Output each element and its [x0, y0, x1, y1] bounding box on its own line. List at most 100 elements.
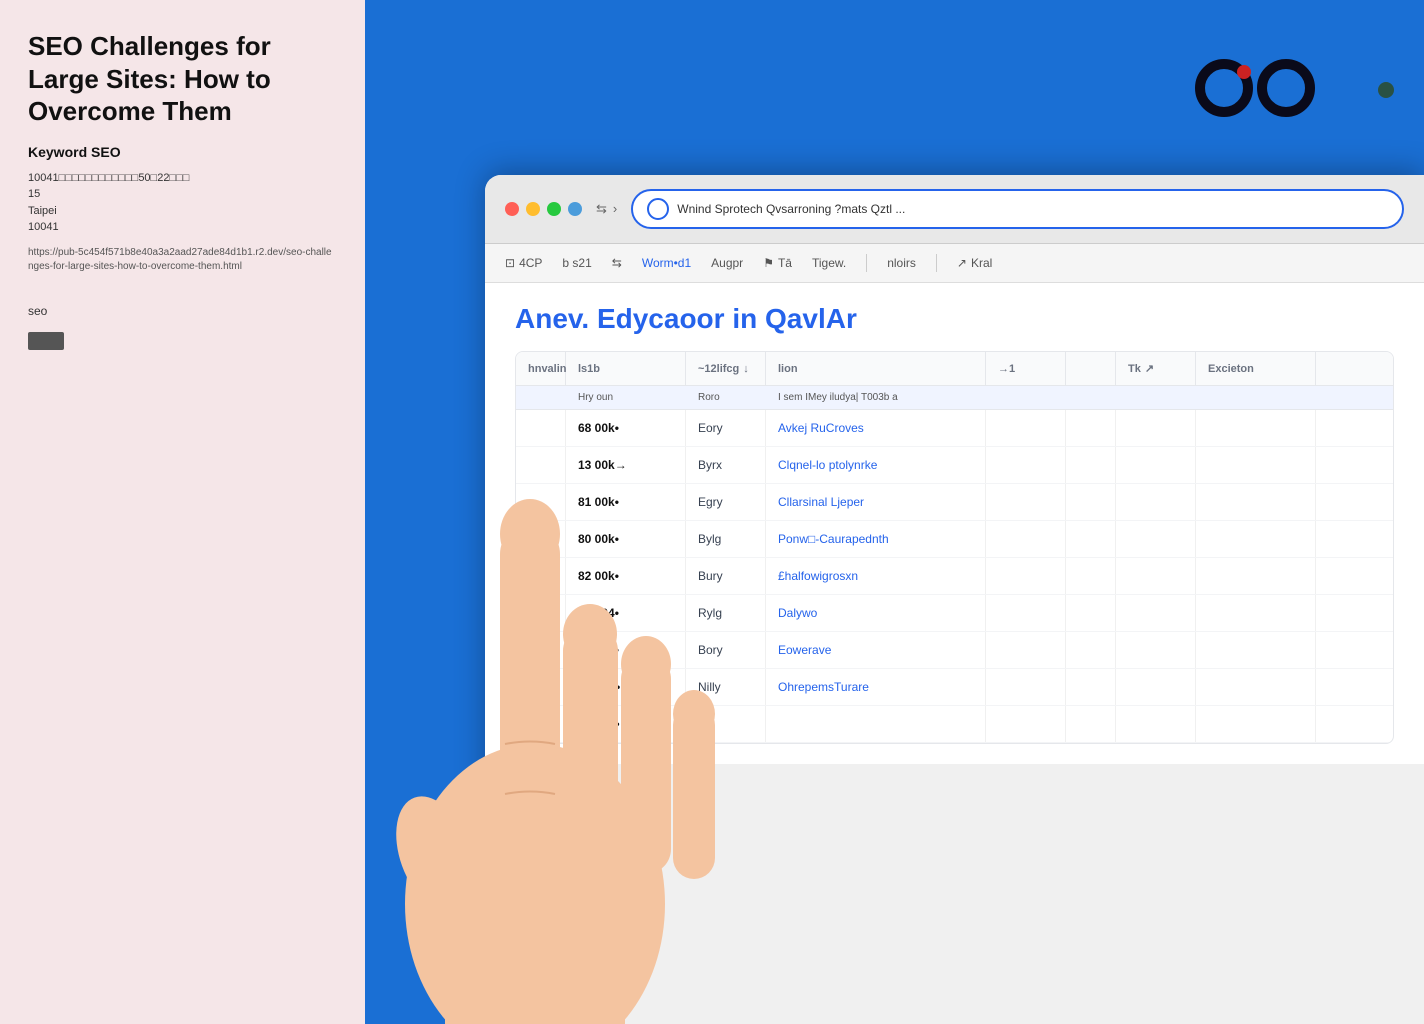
- browser-content: Anev. Edycaoor in QavlAr hnvalin ls1b ~1…: [485, 283, 1424, 764]
- subh-3: I sem IMey iludya| T003b a: [766, 386, 1116, 409]
- col-header-7: Excieton: [1196, 352, 1316, 385]
- sort-icon-2[interactable]: ↗: [1145, 362, 1154, 375]
- td-col2: Bylg: [686, 521, 766, 557]
- toolbar-divider-2: [936, 254, 937, 272]
- toolbar-item-3[interactable]: Augpr: [711, 256, 743, 270]
- td-keyword: £halfowigrosxn: [766, 558, 986, 594]
- sidebar-title: SEO Challenges for Large Sites: How to O…: [28, 30, 337, 128]
- td-keyword: Clqnel-lo ptolynrke: [766, 447, 986, 483]
- back-forward-icon[interactable]: ⇆: [596, 201, 607, 217]
- td-col5: [1066, 484, 1116, 520]
- top-bar: [365, 0, 1424, 175]
- table-header: hnvalin ls1b ~12lifcg ↓ lion →1: [516, 352, 1393, 386]
- toolbar-item-6[interactable]: nloirs: [887, 256, 916, 270]
- toolbar-item-share[interactable]: ⇆: [612, 256, 622, 270]
- td-col4: [986, 595, 1066, 631]
- arrow-icon: ↗: [957, 256, 967, 270]
- td-col7: [1196, 558, 1316, 594]
- td-col5: [1066, 669, 1116, 705]
- td-keyword: [766, 706, 986, 742]
- td-check: [516, 447, 566, 483]
- td-col7: [1196, 669, 1316, 705]
- td-col2: Egry: [686, 484, 766, 520]
- subh-0: [516, 386, 566, 409]
- td-volume: 68 00k•: [566, 410, 686, 446]
- toolbar-item-0[interactable]: ⊡ 4CP: [505, 256, 542, 270]
- table-row: 32 00k• Bory Eowerave: [516, 632, 1393, 669]
- td-keyword: Avkej RuCroves: [766, 410, 986, 446]
- td-col2: Bury: [686, 558, 766, 594]
- td-col6: [1116, 447, 1196, 483]
- td-col5: [1066, 447, 1116, 483]
- td-col2: Eory: [686, 410, 766, 446]
- page-header: Anev. Edycaoor in QavlAr: [515, 303, 1394, 335]
- col-header-4: →1: [986, 352, 1066, 385]
- toolbar-item-2[interactable]: Worm•d1: [642, 256, 691, 270]
- top-icons-svg: [1194, 58, 1394, 118]
- browser-chrome: ⇆ › Wnind Sprotech Qvsarroning ?mats Qzt…: [485, 175, 1424, 244]
- toolbar-item-4[interactable]: ⚑ Tā: [763, 256, 792, 270]
- sidebar-url: https://pub-5c454f571b8e40a3a2aad27ade84…: [28, 246, 337, 274]
- td-col4: [986, 669, 1066, 705]
- close-button[interactable]: [505, 202, 519, 216]
- td-col5: [1066, 521, 1116, 557]
- sidebar-tag: seo: [28, 304, 337, 318]
- td-keyword: Dalywo: [766, 595, 986, 631]
- chevron-right-icon[interactable]: ›: [613, 201, 617, 217]
- td-col6: [1116, 410, 1196, 446]
- browser-control-icons: [1194, 58, 1394, 118]
- sidebar: SEO Challenges for Large Sites: How to O…: [0, 0, 365, 1024]
- td-volume: 8F 00k•: [566, 706, 686, 742]
- td-col4: [986, 632, 1066, 668]
- browser-toolbar: ⊡ 4CP b s21 ⇆ Worm•d1 Augpr ⚑ Tā Tigew.: [485, 244, 1424, 283]
- td-check: [516, 706, 566, 742]
- toolbar-item-7[interactable]: ↗ Kral: [957, 256, 992, 270]
- table-row: 80 00k• Bylg Ponw□-Caurapednth: [516, 521, 1393, 558]
- td-check: [516, 410, 566, 446]
- subh-1: Hry oun: [566, 386, 686, 409]
- td-col5: [1066, 706, 1116, 742]
- td-keyword: Cllarsinal Ljeper: [766, 484, 986, 520]
- table-row: 82 00k• Bury £halfowigrosxn: [516, 558, 1393, 595]
- toolbar-divider: [866, 254, 867, 272]
- address-icon: [647, 198, 669, 220]
- td-check: [516, 484, 566, 520]
- td-col7: [1196, 706, 1316, 742]
- traffic-lights: [505, 202, 582, 216]
- table-subheader: Hry oun Roro I sem IMey iludya| T003b a: [516, 386, 1393, 410]
- data-table: hnvalin ls1b ~12lifcg ↓ lion →1: [515, 351, 1394, 744]
- td-volume: 80 00k•: [566, 521, 686, 557]
- td-col2: Bory: [686, 632, 766, 668]
- td-check: [516, 595, 566, 631]
- td-check: [516, 632, 566, 668]
- address-text: Wnind Sprotech Qvsarroning ?mats Qztl ..…: [677, 202, 1388, 216]
- col-header-6: Tk ↗: [1116, 352, 1196, 385]
- address-bar[interactable]: Wnind Sprotech Qvsarroning ?mats Qztl ..…: [631, 189, 1404, 229]
- td-col7: [1196, 410, 1316, 446]
- toolbar-item-5[interactable]: Tigew.: [812, 256, 846, 270]
- toolbar-item-1[interactable]: b s21: [562, 256, 591, 270]
- td-col6: [1116, 669, 1196, 705]
- td-col6: [1116, 706, 1196, 742]
- col-header-3: lion: [766, 352, 986, 385]
- col-header-1: ls1b: [566, 352, 686, 385]
- td-col6: [1116, 484, 1196, 520]
- td-keyword: Ponw□-Caurapednth: [766, 521, 986, 557]
- td-col4: [986, 410, 1066, 446]
- main-content: ⇆ › Wnind Sprotech Qvsarroning ?mats Qzt…: [365, 0, 1424, 1024]
- maximize-button[interactable]: [547, 202, 561, 216]
- td-col5: [1066, 558, 1116, 594]
- td-volume: 81 00k•: [566, 484, 686, 520]
- td-col5: [1066, 632, 1116, 668]
- extra-button[interactable]: [568, 202, 582, 216]
- sort-icon[interactable]: ↓: [743, 363, 749, 375]
- td-col6: [1116, 521, 1196, 557]
- td-col2: Rylg: [686, 595, 766, 631]
- td-volume: 82 00k•: [566, 558, 686, 594]
- share-icon: ⇆: [612, 256, 622, 270]
- td-col7: [1196, 484, 1316, 520]
- minimize-button[interactable]: [526, 202, 540, 216]
- subh-2: Roro: [686, 386, 766, 409]
- toolbar-label-0: ⊡: [505, 256, 515, 270]
- col-header-5: [1066, 352, 1116, 385]
